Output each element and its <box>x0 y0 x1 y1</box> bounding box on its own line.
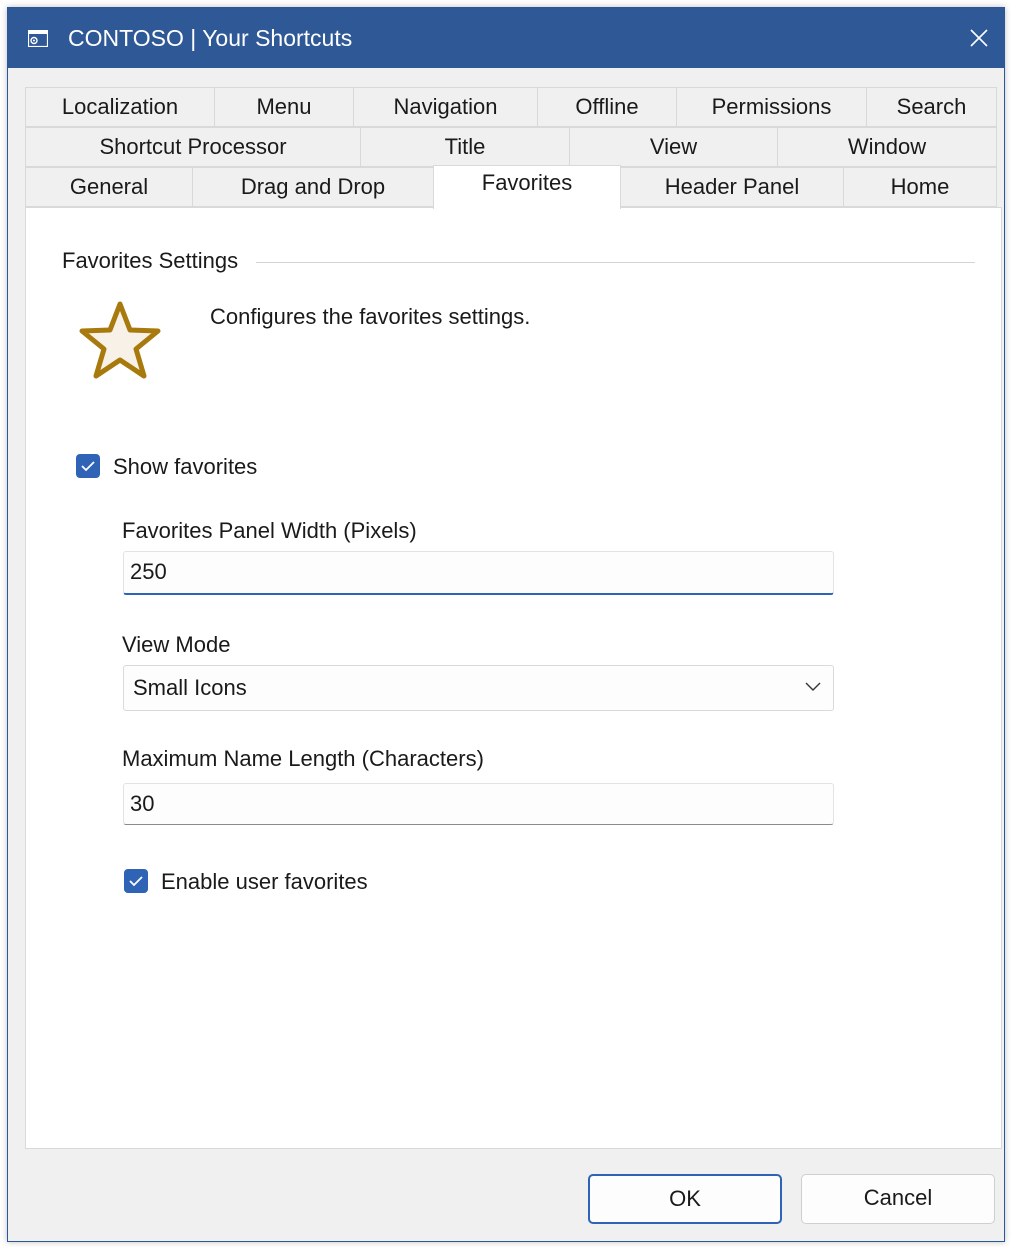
tab-drag-and-drop[interactable]: Drag and Drop <box>192 167 434 207</box>
favorites-tab-panel: Favorites Settings Configures the favori… <box>25 207 1002 1149</box>
chevron-down-icon <box>805 682 821 691</box>
tab-menu[interactable]: Menu <box>214 87 354 127</box>
window-title: CONTOSO | Your Shortcuts <box>68 25 353 51</box>
checkmark-icon <box>81 461 95 472</box>
cancel-button[interactable]: Cancel <box>801 1174 995 1224</box>
group-title: Favorites Settings <box>62 248 249 274</box>
tab-shortcut-processor[interactable]: Shortcut Processor <box>25 127 361 167</box>
tab-permissions[interactable]: Permissions <box>676 87 867 127</box>
title-bar: CONTOSO | Your Shortcuts <box>8 8 1004 68</box>
ok-button[interactable]: OK <box>588 1174 782 1224</box>
close-icon <box>970 29 988 47</box>
enable-user-favorites-checkbox[interactable] <box>124 869 148 893</box>
tab-offline[interactable]: Offline <box>537 87 677 127</box>
max-name-length-input[interactable]: 30 <box>123 783 834 825</box>
close-button[interactable] <box>950 8 1004 68</box>
view-mode-label: View Mode <box>122 632 231 657</box>
group-divider <box>256 262 975 263</box>
tab-general[interactable]: General <box>25 167 193 207</box>
tab-view[interactable]: View <box>569 127 778 167</box>
max-name-length-label: Maximum Name Length (Characters) <box>122 746 484 771</box>
settings-window-icon <box>27 29 49 48</box>
checkmark-icon <box>129 876 143 887</box>
tab-navigation[interactable]: Navigation <box>353 87 538 127</box>
tab-home[interactable]: Home <box>843 167 997 207</box>
tab-localization[interactable]: Localization <box>25 87 215 127</box>
tab-favorites[interactable]: Favorites <box>433 165 621 209</box>
dialog-window: CONTOSO | Your Shortcuts Localization Me… <box>7 7 1005 1242</box>
tab-title[interactable]: Title <box>360 127 570 167</box>
view-mode-value: Small Icons <box>133 675 247 700</box>
panel-width-label: Favorites Panel Width (Pixels) <box>122 518 417 543</box>
show-favorites-checkbox[interactable] <box>76 454 100 478</box>
enable-user-favorites-label[interactable]: Enable user favorites <box>161 869 368 895</box>
view-mode-dropdown[interactable]: Small Icons <box>123 665 834 711</box>
tab-header-panel[interactable]: Header Panel <box>620 167 844 207</box>
show-favorites-label[interactable]: Show favorites <box>113 454 257 480</box>
description-text: Configures the favorites settings. <box>210 304 531 329</box>
panel-width-input[interactable]: 250 <box>123 551 834 595</box>
tab-window[interactable]: Window <box>777 127 997 167</box>
star-icon <box>78 298 162 382</box>
tab-search[interactable]: Search <box>866 87 997 127</box>
